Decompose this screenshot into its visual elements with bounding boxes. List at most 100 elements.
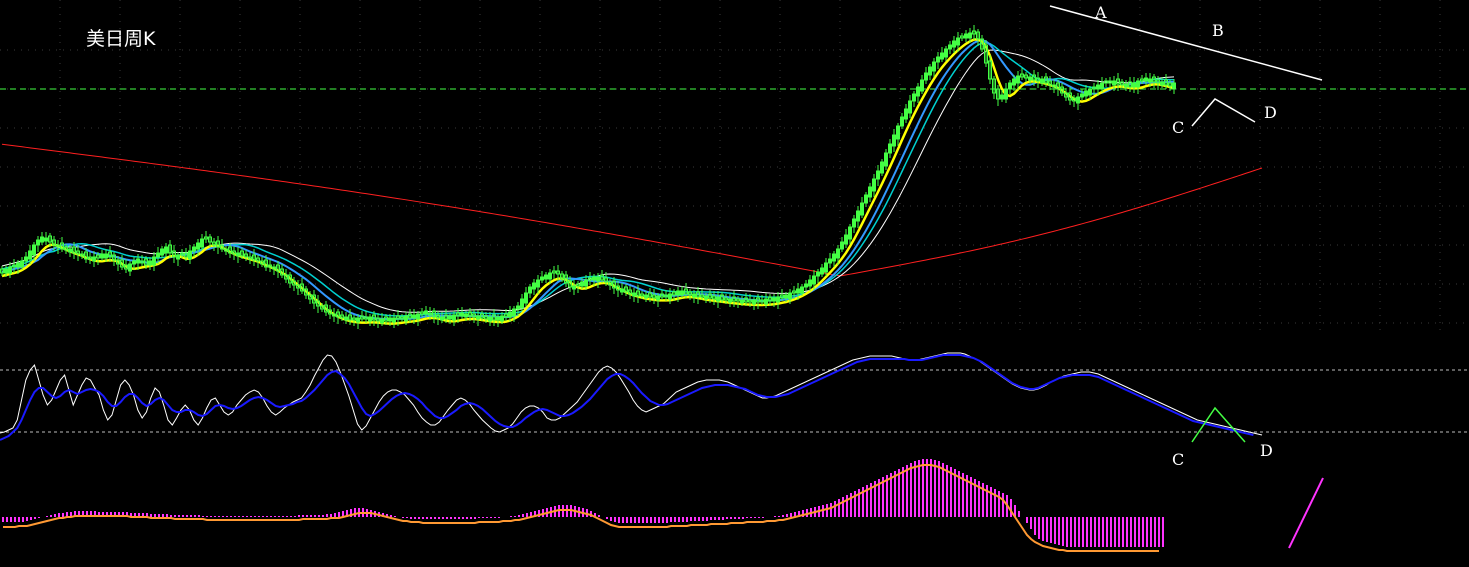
candle-body [832, 253, 836, 262]
candle-body [884, 152, 888, 167]
candle-body [392, 317, 396, 323]
candle-body [440, 316, 444, 321]
candle-body [1124, 83, 1128, 88]
candle-body [592, 276, 596, 281]
candle-body [36, 239, 40, 246]
candle-body [948, 44, 952, 50]
candle-body [528, 286, 532, 294]
candle-body [540, 276, 544, 281]
candle-body [880, 161, 884, 174]
candle-body [452, 314, 456, 321]
candle-body [132, 260, 136, 265]
ma-line-cyan [1, 41, 1175, 317]
candle-body [852, 218, 856, 228]
candle-body [1160, 81, 1164, 86]
candle-body [656, 295, 660, 301]
candle-body [728, 298, 732, 303]
candle-body [448, 315, 452, 320]
candle-body [804, 283, 808, 288]
candle-body [716, 296, 720, 302]
candle-body [668, 293, 672, 300]
candle-body [828, 258, 832, 264]
candle-body [128, 263, 132, 272]
candle-body [196, 242, 200, 250]
candle-body [772, 297, 776, 302]
candle-body [344, 316, 348, 321]
candle-body [536, 279, 540, 288]
candle-body [160, 248, 164, 256]
kd-panel: CD [0, 352, 1469, 469]
candle-body [816, 271, 820, 277]
candle-body [800, 286, 804, 294]
candle-body [812, 275, 816, 285]
candle-body [964, 33, 968, 39]
candle-body [1148, 78, 1152, 83]
candle-body [596, 276, 600, 282]
candle-body [356, 317, 360, 323]
candle-body [192, 246, 196, 252]
candle-body [936, 56, 940, 63]
macd-panel [2, 459, 1324, 552]
candle-body [1080, 93, 1084, 98]
candle-body [4, 268, 8, 274]
candle-body [788, 292, 792, 300]
candle-body [872, 178, 876, 192]
candle-body [704, 295, 708, 300]
candle-body [1112, 80, 1116, 86]
chart-canvas: ABCD CD [0, 0, 1469, 552]
candle-body [476, 315, 480, 320]
candle-body [580, 281, 584, 287]
candle-body [932, 61, 936, 72]
candle-body [940, 52, 944, 60]
candle-body [152, 256, 156, 266]
candle-body [8, 266, 12, 274]
candle-body [1144, 77, 1148, 82]
candle-body [808, 279, 812, 287]
candle-body [1132, 82, 1136, 88]
candle-body [412, 314, 416, 319]
candle-body [388, 317, 392, 322]
candle-body [156, 252, 160, 258]
candle-body [820, 267, 824, 275]
candle-body [520, 298, 524, 309]
candle-body [876, 170, 880, 180]
candle-body [680, 290, 684, 296]
candle-body [24, 256, 28, 262]
candle-body [924, 72, 928, 81]
macd-trend-stroke [1288, 477, 1324, 549]
candle-body [860, 202, 864, 216]
candle-body [888, 143, 892, 154]
annotation-label-a: A [1094, 3, 1107, 22]
candle-body [908, 100, 912, 114]
candle-body [864, 194, 868, 204]
candle-body [460, 312, 464, 317]
candle-body [1088, 88, 1092, 96]
candle-body [188, 250, 192, 260]
candle-body [676, 290, 680, 296]
candle-body [500, 315, 504, 322]
candle-body [512, 308, 516, 317]
candle-body [16, 262, 20, 268]
candle-body [836, 248, 840, 259]
trendline-c-d [1191, 98, 1256, 127]
candle-body [1028, 76, 1032, 81]
candle-body [1100, 82, 1104, 90]
candle-body [784, 294, 788, 299]
candle-body [176, 254, 180, 260]
candle-body [764, 298, 768, 305]
candle-body [164, 246, 168, 254]
candle-body [952, 40, 956, 48]
candle-body [868, 186, 872, 198]
candle-body [544, 274, 548, 280]
candle-body [856, 210, 860, 222]
candle-body [1084, 90, 1088, 97]
candle-body [68, 248, 72, 253]
candle-body [956, 37, 960, 46]
dot-grid [0, 0, 1469, 330]
candle-body [844, 234, 848, 245]
candle-body [900, 116, 904, 127]
candle-body [548, 272, 552, 280]
candle-body [44, 237, 48, 242]
candle-body [464, 313, 468, 318]
candle-body [968, 32, 972, 39]
